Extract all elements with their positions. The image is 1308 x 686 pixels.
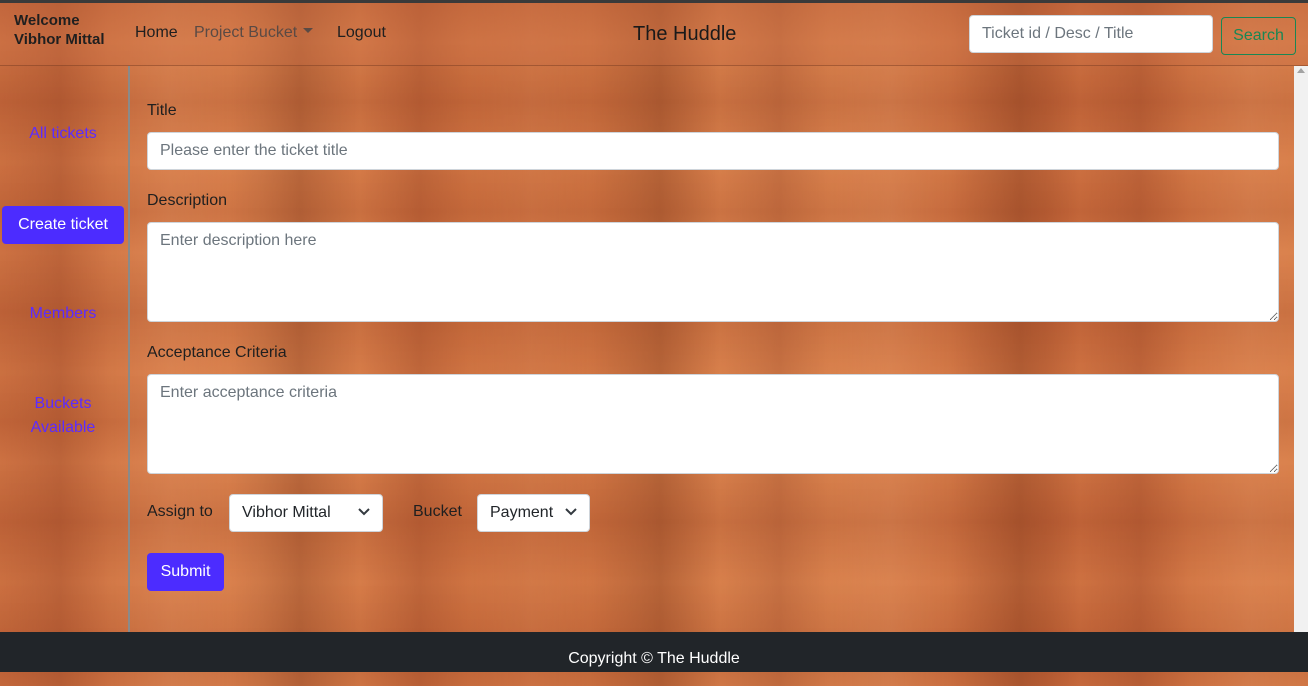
assign-to-label: Assign to <box>147 503 213 520</box>
bucket-select[interactable]: Payment <box>477 494 590 532</box>
welcome-message: Welcome Vibhor Mittal <box>14 11 105 49</box>
acceptance-criteria-label: Acceptance Criteria <box>147 344 287 361</box>
brand-title: The Huddle <box>633 23 737 45</box>
acceptance-criteria-textarea[interactable] <box>147 374 1279 474</box>
copyright-text: Copyright © The Huddle <box>568 650 740 667</box>
submit-button[interactable]: Submit <box>147 553 224 591</box>
title-input[interactable] <box>147 132 1279 170</box>
search-input[interactable] <box>969 15 1213 53</box>
sidebar-item-all-tickets[interactable]: All tickets <box>2 122 124 146</box>
sidebar-item-create-ticket[interactable]: Create ticket <box>2 206 124 244</box>
user-name: Vibhor Mittal <box>14 31 105 48</box>
nav-logout-link[interactable]: Logout <box>337 24 386 42</box>
nav-home-link[interactable]: Home <box>135 24 178 42</box>
sidebar-item-buckets-available[interactable]: Buckets Available <box>2 392 124 440</box>
assign-to-value: Vibhor Mittal <box>242 504 331 521</box>
top-navbar: Welcome Vibhor Mittal Home Project Bucke… <box>0 0 1308 66</box>
nav-project-bucket-dropdown[interactable]: Project Bucket <box>194 24 314 42</box>
sidebar-item-members[interactable]: Members <box>2 302 124 326</box>
caret-down-icon <box>303 28 314 34</box>
assign-to-select[interactable]: Vibhor Mittal <box>229 494 383 532</box>
project-bucket-label: Project Bucket <box>194 24 298 41</box>
description-label: Description <box>147 192 228 209</box>
chevron-down-icon <box>358 508 370 516</box>
bucket-value: Payment <box>490 504 554 521</box>
chevron-down-icon <box>565 508 577 516</box>
footer: Copyright © The Huddle <box>0 632 1308 672</box>
buckets-available-label: Buckets Available <box>30 395 96 436</box>
description-textarea[interactable] <box>147 222 1279 322</box>
sidebar: All tickets Create ticket Members Bucket… <box>0 66 130 632</box>
vertical-scrollbar[interactable] <box>1294 66 1308 632</box>
title-label: Title <box>147 102 177 119</box>
bucket-label: Bucket <box>413 503 462 520</box>
search-button[interactable]: Search <box>1221 17 1296 55</box>
welcome-text: Welcome <box>14 12 80 29</box>
scroll-up-arrow-icon[interactable] <box>1297 68 1305 73</box>
